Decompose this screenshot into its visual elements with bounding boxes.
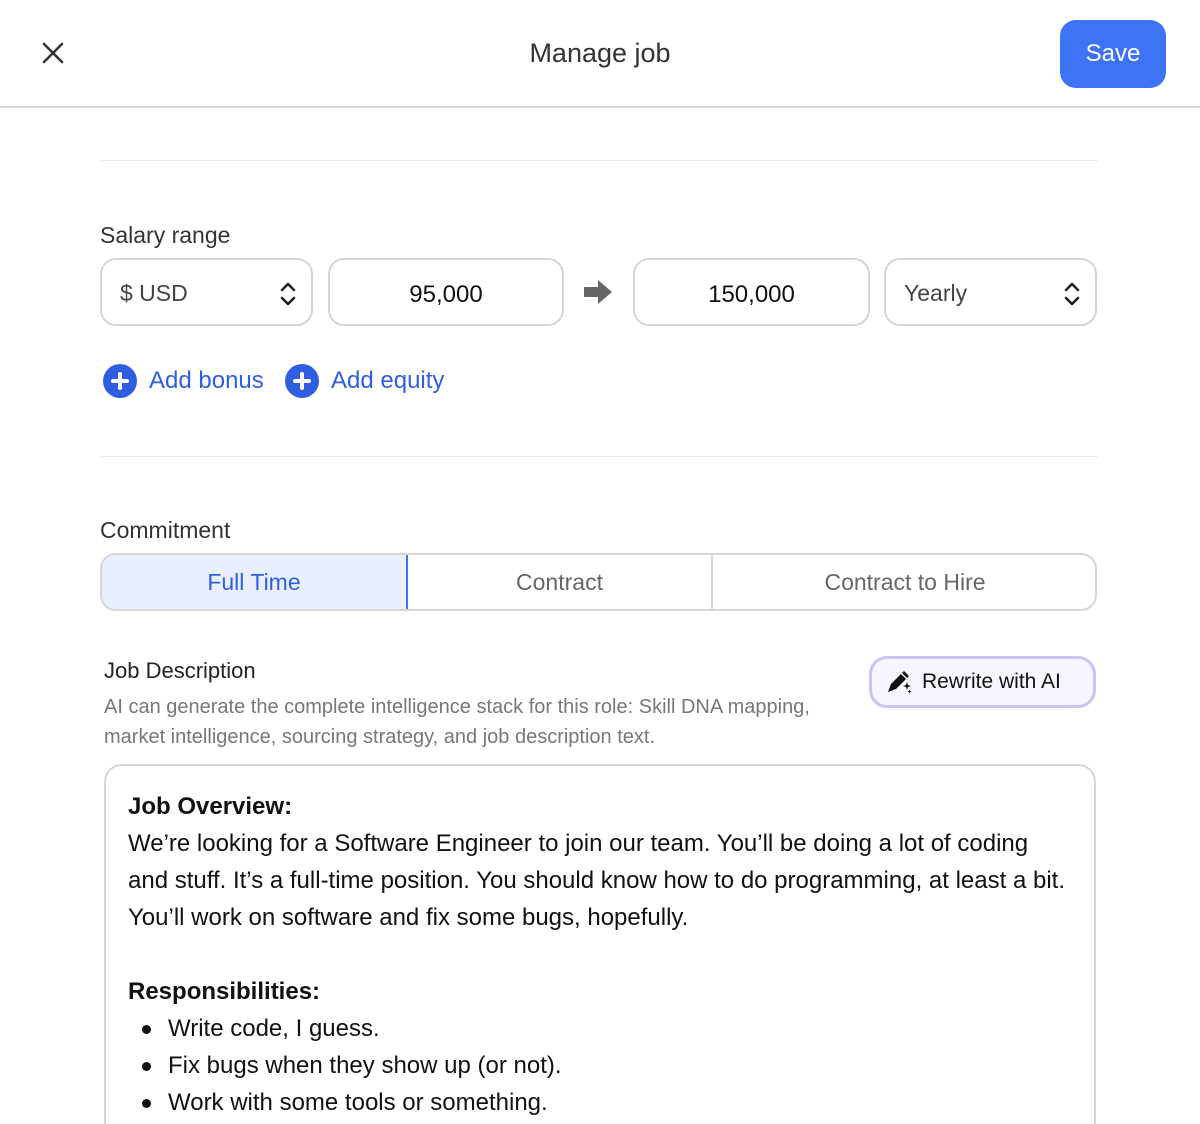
salary-min-input[interactable]: 95,000 [328, 258, 564, 326]
responsibilities-heading: Responsibilities: [128, 978, 321, 1005]
arrow-right-icon [584, 280, 612, 304]
magic-pen-icon [888, 671, 912, 694]
rewrite-with-ai-label: Rewrite with AI [922, 670, 1061, 693]
salary-max-input[interactable]: 150,000 [633, 258, 870, 326]
overview-heading: Job Overview: [128, 793, 293, 820]
salary-range-label: Salary range [100, 222, 231, 248]
page-title: Manage job [529, 38, 671, 68]
period-value: Yearly [904, 280, 968, 306]
currency-value: $ USD [120, 280, 188, 306]
commitment-option-contract[interactable]: Contract [408, 555, 713, 609]
list-item: Write code, I guess. [128, 1010, 1072, 1047]
overview-text: We’re looking for a Software Engineer to… [128, 830, 1065, 931]
divider [100, 456, 1098, 457]
plus-circle-icon [103, 364, 137, 398]
commitment-option-full-time[interactable]: Full Time [102, 555, 408, 609]
job-description-title: Job Description [104, 658, 256, 683]
header-bar: Manage job Save [0, 0, 1200, 108]
save-button[interactable]: Save [1060, 20, 1166, 88]
currency-select[interactable]: $ USD [100, 258, 313, 326]
updown-chevron-icon [1064, 282, 1080, 306]
plus-circle-icon [285, 364, 319, 398]
commitment-option-contract-to-hire[interactable]: Contract to Hire [713, 555, 1095, 609]
job-description-help: AI can generate the complete intelligenc… [104, 696, 810, 748]
add-bonus-button[interactable]: Add bonus [103, 364, 264, 398]
add-equity-label: Add equity [331, 367, 445, 394]
divider [100, 160, 1098, 161]
add-equity-button[interactable]: Add equity [285, 364, 444, 398]
updown-chevron-icon [280, 282, 296, 306]
rewrite-with-ai-button[interactable]: Rewrite with AI [869, 656, 1096, 708]
commitment-label: Commitment [100, 517, 231, 543]
job-description-editor[interactable]: Job Overview: We’re looking for a Softwa… [104, 764, 1096, 1124]
list-item: Fix bugs when they show up (or not). [128, 1047, 1072, 1084]
period-select[interactable]: Yearly [884, 258, 1097, 326]
list-item: Work with some tools or something. [128, 1084, 1072, 1121]
add-bonus-label: Add bonus [149, 367, 264, 394]
commitment-segmented-control: Full Time Contract Contract to Hire [100, 553, 1097, 611]
responsibilities-list: Write code, I guess. Fix bugs when they … [128, 1010, 1072, 1121]
